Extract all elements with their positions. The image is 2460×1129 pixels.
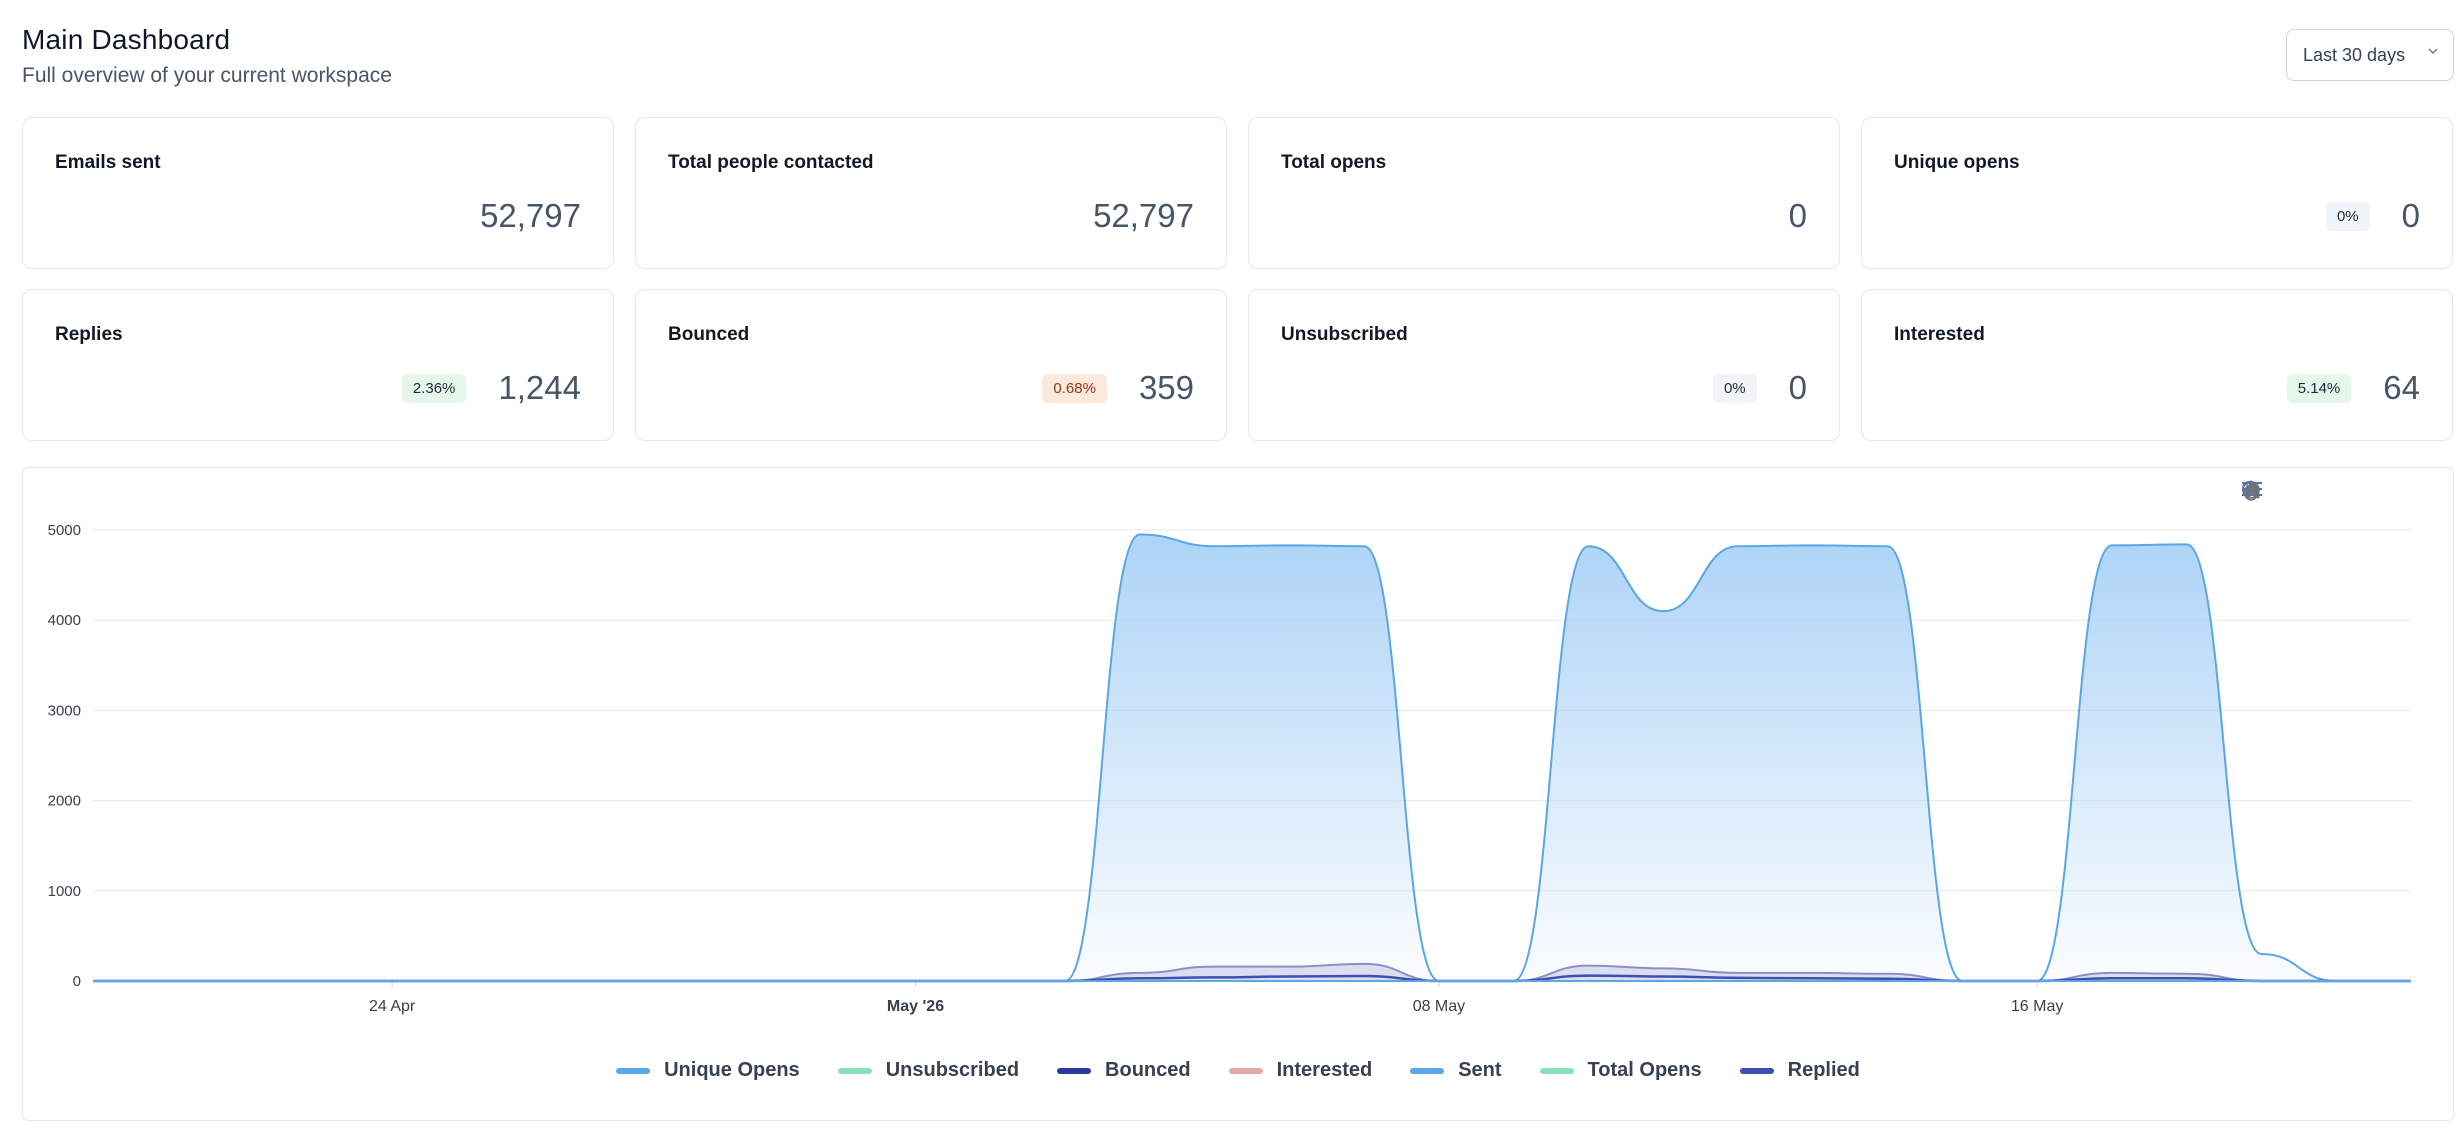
stat-card-label: Bounced (668, 324, 750, 345)
zoom-out-icon[interactable] (2242, 480, 2297, 506)
legend-item[interactable]: Unique Opens (616, 1059, 800, 1082)
stat-card-value-row: 52,797 (1093, 197, 1194, 235)
stat-card-value: 359 (1138, 369, 1194, 406)
stat-card-value-row: 52,797 (480, 197, 581, 235)
stat-card-value: 64 (2383, 369, 2420, 406)
legend-swatch (1228, 1067, 1263, 1074)
stat-card-value-row: 0 (1789, 197, 1807, 235)
y-tick-label: 3000 (48, 702, 81, 719)
stat-card-value-row: 5.14% 64 (2286, 369, 2420, 407)
stat-percentage-badge: 0% (2325, 201, 2370, 231)
chart-legend: Unique Opens Unsubscribed Bounced Intereste… (23, 1059, 2453, 1082)
chevron-down-icon (2428, 48, 2438, 54)
legend-item[interactable]: Replied (1739, 1059, 1860, 1082)
legend-swatch (1410, 1067, 1445, 1074)
stat-card-value: 1,244 (498, 369, 581, 406)
page-title: Main Dashboard (22, 24, 231, 55)
zoom-select-icon[interactable] (2242, 480, 2327, 506)
stat-card: Bounced 0.68% 359 (635, 289, 1227, 441)
legend-label: Bounced (1105, 1059, 1191, 1081)
legend-label: Total Opens (1587, 1059, 1702, 1081)
stat-card-value: 52,797 (480, 197, 581, 234)
legend-label: Unsubscribed (885, 1059, 1020, 1081)
x-tick-label: 16 May (2011, 998, 2063, 1015)
menu-icon[interactable] (2242, 480, 2417, 506)
stat-card-value: 52,797 (1093, 197, 1194, 234)
stat-card-label: Replies (55, 324, 123, 345)
legend-item[interactable]: Total Opens (1539, 1059, 1702, 1082)
legend-label: Unique Opens (664, 1059, 800, 1081)
date-range-value: Last 30 days (2303, 44, 2406, 65)
stat-card-label: Unsubscribed (1281, 324, 1408, 345)
legend-swatch (1539, 1067, 1574, 1074)
stat-card: Total opens 0 (1248, 117, 1840, 269)
stat-card: Total people contacted 52,797 (635, 117, 1227, 269)
chart-toolbar (2241, 480, 2417, 506)
legend-item[interactable]: Interested (1228, 1059, 1373, 1082)
stat-card: Interested 5.14% 64 (1861, 289, 2453, 441)
stat-card: Unsubscribed 0% 0 (1248, 289, 1840, 441)
pan-hand-icon[interactable] (2242, 480, 2357, 506)
stat-card-label: Total people contacted (668, 152, 874, 173)
page-subtitle: Full overview of your current workspace (22, 64, 392, 87)
stat-percentage-badge: 5.14% (2286, 373, 2352, 403)
x-tick-label: 24 Apr (369, 998, 416, 1015)
x-tick-label: May '26 (887, 998, 944, 1015)
stat-card-value-row: 0% 0 (2325, 197, 2420, 235)
stat-card-value-row: 0% 0 (1712, 369, 1807, 407)
legend-item[interactable]: Unsubscribed (837, 1059, 1020, 1082)
y-tick-label: 2000 (48, 793, 81, 810)
stat-card: Replies 2.36% 1,244 (22, 289, 614, 441)
legend-label: Replied (1787, 1059, 1860, 1081)
legend-item[interactable]: Bounced (1057, 1059, 1191, 1082)
legend-label: Sent (1458, 1059, 1502, 1081)
legend-swatch (616, 1067, 651, 1074)
stat-card-label: Emails sent (55, 152, 161, 173)
stat-card-label: Interested (1894, 324, 1985, 345)
legend-swatch (1739, 1067, 1774, 1074)
stat-card-label: Total opens (1281, 152, 1387, 173)
stat-card-value-row: 0.68% 359 (1042, 369, 1194, 407)
page-header: Main Dashboard Full overview of your cur… (22, 24, 392, 88)
legend-swatch (837, 1067, 872, 1074)
stat-card-value: 0 (2401, 197, 2420, 234)
date-range-select[interactable]: Last 30 days (2286, 29, 2454, 81)
x-tick-label: 08 May (1413, 998, 1465, 1015)
legend-label: Interested (1276, 1059, 1373, 1081)
home-icon[interactable] (2242, 480, 2387, 506)
y-tick-label: 1000 (48, 883, 81, 900)
activity-chart-panel: 0 1000 2000 3000 4000 5000 24 Apr May '26 08 May… (22, 467, 2454, 1121)
legend-swatch (1057, 1067, 1092, 1074)
stat-card-value-row: 2.36% 1,244 (401, 369, 581, 407)
y-tick-label: 5000 (48, 522, 81, 539)
y-tick-label: 4000 (48, 612, 81, 629)
series-area-sent (93, 534, 2411, 981)
stat-card: Emails sent 52,797 (22, 117, 614, 269)
stat-card: Unique opens 0% 0 (1861, 117, 2453, 269)
stat-card-value: 0 (1788, 369, 1807, 406)
activity-chart: 0 1000 2000 3000 4000 5000 24 Apr May '26 08 May… (48, 522, 2411, 1015)
stat-percentage-badge: 2.36% (401, 373, 467, 403)
legend-item[interactable]: Sent (1410, 1059, 1502, 1082)
stat-card-label: Unique opens (1894, 152, 2020, 173)
stat-percentage-badge: 0.68% (1042, 373, 1107, 403)
stat-card-value: 0 (1788, 197, 1807, 234)
y-tick-label: 0 (73, 973, 81, 990)
stat-percentage-badge: 0% (1712, 373, 1757, 403)
